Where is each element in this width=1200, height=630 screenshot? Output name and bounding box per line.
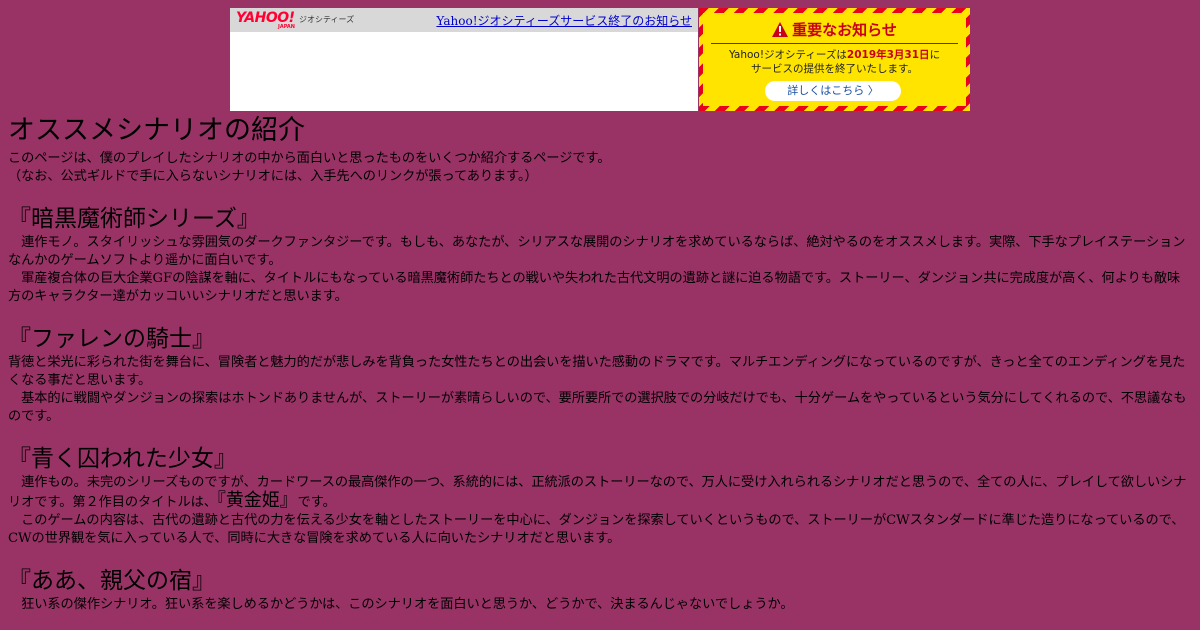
section-heading-blue-captive-girl: 『青く囚われた少女』: [8, 446, 237, 472]
paragraph-text: です。: [297, 495, 336, 510]
section-paragraph: 連作モノ。スタイリッシュな雰囲気のダークファンタジーです。もしも、あなたが、シリ…: [8, 235, 1186, 268]
section-paragraph: 軍産複合体の巨大企業GFの陰謀を軸に、タイトルにもなっている暗黒魔術師たちとの戦…: [8, 271, 1181, 304]
notice-line1-pre: Yahoo!ジオシティーズは: [728, 49, 847, 61]
notice-body: Yahoo!ジオシティーズは2019年3月31日に サービスの提供を終了いたしま…: [707, 48, 962, 76]
section-paragraph: 連作もの。未完のシリーズものですが、カードワースの最高傑作の一つ、系統的には、正…: [8, 474, 1192, 512]
notice-title-row: 重要なお知らせ: [703, 19, 966, 40]
geocities-bar: YAHOO! JAPAN ジオシティーズ Yahoo!ジオシティーズサービス終了…: [230, 8, 698, 32]
section-paragraph: 狂い系の傑作シナリオ。狂い系を楽しめるかどうかは、このシナリオを面白いと思うか、…: [8, 597, 794, 612]
important-notice-ad[interactable]: 重要なお知らせ Yahoo!ジオシティーズは2019年3月31日に サービスの提…: [699, 8, 970, 111]
geocities-service-name: ジオシティーズ: [299, 15, 355, 24]
page-title: オススメシナリオの紹介: [8, 115, 305, 146]
section-paragraph: 基本的に戦闘やダンジョンの探索はホトンドありませんが、ストーリーが素晴らしいので…: [8, 391, 1187, 424]
yahoo-logo[interactable]: YAHOO!: [236, 11, 295, 25]
notice-panel: 重要なお知らせ Yahoo!ジオシティーズは2019年3月31日に サービスの提…: [703, 13, 966, 106]
warning-icon: [772, 22, 789, 37]
section-heading-oyaji-inn: 『ああ、親父の宿』: [8, 568, 215, 594]
paragraph-text: 連作もの。未完のシリーズものですが、カードワースの最高傑作の一つ、系統的には、正…: [8, 475, 1187, 510]
yahoo-japan-label: JAPAN: [278, 24, 295, 30]
geocities-header: YAHOO! JAPAN ジオシティーズ Yahoo!ジオシティーズサービス終了…: [230, 8, 698, 111]
intro-text: このページは、僕のプレイしたシナリオの中から面白いと思ったものをいくつか紹介する…: [8, 151, 611, 166]
section-paragraph: 背徳と栄光に彩られた街を舞台に、冒険者と魅力的だが悲しみを背負った女性たちとの出…: [8, 355, 1186, 388]
notice-line2: サービスの提供を終了いたします。: [751, 63, 918, 75]
main-content: オススメシナリオの紹介 このページは、僕のプレイしたシナリオの中から面白いと思っ…: [8, 114, 1192, 614]
intro-note: （なお、公式ギルドで手に入らないシナリオには、入手先へのリンクが張ってあります。…: [8, 169, 538, 184]
sequel-title: 『黄金姫』: [216, 490, 298, 511]
service-end-notice-link[interactable]: Yahoo!ジオシティーズサービス終了のお知らせ: [436, 12, 692, 29]
section-heading-dark-sorcerer: 『暗黒魔術師シリーズ』: [8, 206, 260, 232]
notice-title: 重要なお知らせ: [792, 21, 897, 39]
notice-divider: [711, 43, 958, 44]
details-button[interactable]: 詳しくはこちら 〉: [765, 81, 901, 101]
notice-end-date: 2019年3月31日: [846, 49, 930, 61]
geocities-banner: YAHOO! JAPAN ジオシティーズ Yahoo!ジオシティーズサービス終了…: [230, 8, 970, 111]
section-paragraph: このゲームの内容は、古代の遺跡と古代の力を伝える少女を軸としたストーリーを中心に…: [8, 513, 1185, 546]
notice-line1-post: に: [929, 49, 941, 61]
section-heading-falen-knight: 『ファレンの騎士』: [8, 326, 215, 352]
